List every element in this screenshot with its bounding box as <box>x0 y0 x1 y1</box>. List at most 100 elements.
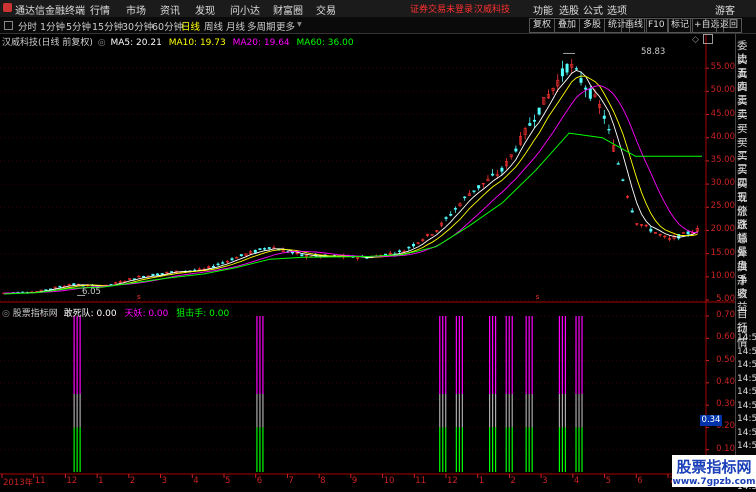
sub-y-tick-label: 0.30 <box>716 399 735 410</box>
candle-body <box>151 273 155 276</box>
candle-body <box>537 107 541 115</box>
candle-body <box>463 196 467 199</box>
x-tick-label: 8 <box>320 476 326 486</box>
right-panel-time: 14:50 <box>737 441 756 451</box>
candle-body <box>565 63 569 73</box>
legend-ma20: MA20: 19.64 <box>232 38 290 48</box>
main-y-tick-label: 45.00 <box>710 108 735 119</box>
watermark: 股票指标网 www.7gpzb.com <box>672 455 756 487</box>
x-tick-label: 5 <box>605 476 611 486</box>
candle-body <box>602 115 606 119</box>
watermark-url: www.7gpzb.com <box>672 477 756 487</box>
candle-body <box>291 251 295 254</box>
candle-body <box>142 275 146 278</box>
x-tick-label: 6 <box>637 476 643 486</box>
candle-body <box>221 262 225 264</box>
candle-body <box>109 284 113 286</box>
main-y-tick-label: 35.00 <box>710 154 735 165</box>
x-tick-label: 9 <box>351 476 358 486</box>
sub-y-tick-label: 0.40 <box>716 376 735 387</box>
candle-body <box>170 271 174 273</box>
x-tick-label: 7 <box>288 476 294 486</box>
candle-body <box>607 128 611 131</box>
x-tick-label: 2 <box>510 476 516 486</box>
right-panel-time: 14:50 <box>737 333 756 343</box>
candle-body <box>230 258 234 261</box>
crosshair-value-badge: 0.34 <box>700 415 722 426</box>
main-y-tick-label: 55.00 <box>710 62 735 73</box>
ma5-line <box>3 69 698 294</box>
candle-body <box>560 68 564 77</box>
x-tick-label: 12 <box>447 476 458 486</box>
candle-body <box>211 265 215 268</box>
x-tick-label: 4 <box>193 476 199 486</box>
right-panel-time: 14:50 <box>737 387 756 397</box>
candle-body <box>300 254 304 257</box>
sub-y-tick-label: 0.70 <box>716 310 735 320</box>
x-tick-label: 2 <box>129 476 136 486</box>
candle-body <box>253 250 257 253</box>
main-legend: 汉威科技(日线 前复权) ◎ MA5: 20.21 MA10: 19.73 MA… <box>2 35 354 48</box>
sub-y-tick-label: 0.50 <box>716 354 735 365</box>
chart-canvas[interactable]: ss <box>0 0 735 487</box>
x-tick-label: 4 <box>573 476 580 486</box>
x-tick-label: 12 <box>66 476 78 486</box>
x-tick-label: 11 <box>34 476 46 486</box>
right-panel-time: 14:50 <box>737 414 756 424</box>
indicator-settings-icon[interactable]: ◎ <box>2 309 10 319</box>
candle-body <box>500 167 504 172</box>
candle-body <box>584 87 588 90</box>
right-panel-time: 14:50 <box>737 373 756 384</box>
candle-body <box>477 185 481 189</box>
main-y-tick-label: 40.00 <box>710 131 735 142</box>
candle-body <box>239 254 243 257</box>
candle-body <box>156 273 160 276</box>
high-annotation: 58.83 <box>641 47 666 57</box>
x-tick-label: 6 <box>256 476 263 486</box>
main-y-tick-label: 50.00 <box>710 85 735 96</box>
sub-legend-name: 股票指标网 <box>12 309 58 319</box>
right-panel-time: 14:50 <box>737 427 756 438</box>
candle-body <box>258 248 262 250</box>
ma60-line <box>3 132 702 295</box>
ma20-line <box>3 85 698 294</box>
main-y-tick-label: 20.00 <box>710 224 735 235</box>
legend-ma10: MA10: 19.73 <box>168 38 226 48</box>
candle-body <box>621 179 625 181</box>
diamond-icon[interactable]: ◇ <box>692 35 699 45</box>
sub-y-tick-label: 0.10 <box>716 443 735 454</box>
candle-body <box>579 78 583 83</box>
candle-body <box>444 217 448 219</box>
candle-body <box>588 88 592 99</box>
right-info-panel: 委比 卖五 卖四 卖三 卖二 卖一 买一 买二 买三 买四 买五 现价 涨跌 涨幅 总量 外盘 换手 净资 收益 自动… <box>735 34 756 492</box>
candle-body <box>649 228 653 232</box>
x-tick-label: 3 <box>542 476 548 486</box>
signal-mark: s <box>137 293 141 301</box>
settings-icon[interactable]: ◎ <box>98 38 106 48</box>
x-tick-label: 2013年 <box>3 478 34 488</box>
candle-body <box>267 247 271 249</box>
candle-body <box>514 148 518 152</box>
legend-ma5: MA5: 20.21 <box>110 38 162 48</box>
main-y-tick-label: 5.00 <box>716 294 735 304</box>
sub-legend-gansidui: 敢死队: 0.00 <box>63 309 117 319</box>
candle-body <box>216 263 220 266</box>
main-legend-title: 汉威科技(日线 前复权) <box>2 38 93 48</box>
candle-body <box>449 214 453 216</box>
candle-body <box>58 286 62 288</box>
candle-body <box>472 190 476 192</box>
main-y-tick-label: 15.00 <box>710 247 735 258</box>
x-tick-label: 1 <box>98 476 104 486</box>
right-panel-time: 14:50 <box>737 360 756 370</box>
low-annotation: 6.05 <box>82 287 101 297</box>
candle-body <box>616 163 620 165</box>
main-y-tick-label: 25.00 <box>710 201 735 212</box>
watermark-title: 股票指标网 <box>676 458 752 476</box>
maximize-icon[interactable] <box>703 34 713 44</box>
candle-body <box>407 246 411 249</box>
main-y-tick-label: 30.00 <box>710 178 735 189</box>
candle-body <box>630 210 634 213</box>
right-panel-time: 14:50 <box>737 346 756 357</box>
sub-legend-tianyao: 天妖: 0.00 <box>124 309 169 319</box>
x-tick-label: 10 <box>383 476 395 486</box>
